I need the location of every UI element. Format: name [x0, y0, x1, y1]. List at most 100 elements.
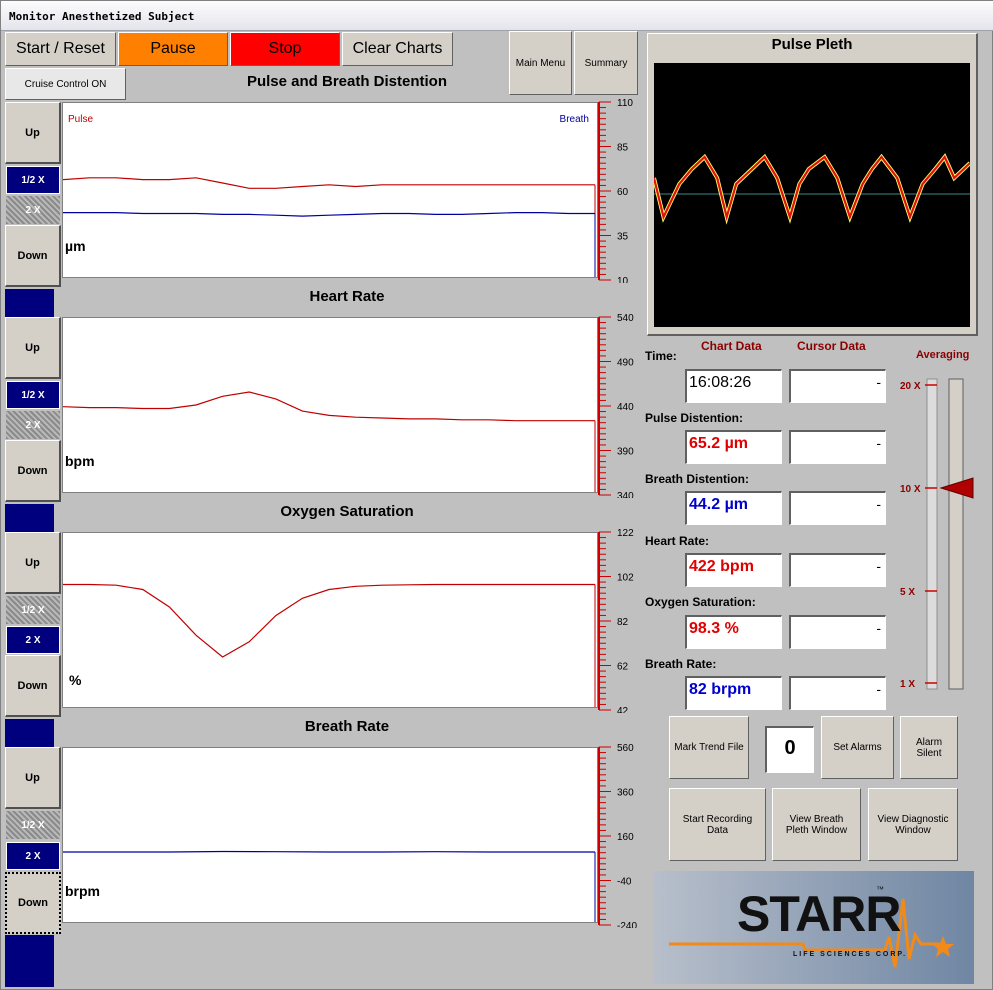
view-breath-pleth-window-button[interactable]: View Breath Pleth Window — [772, 788, 861, 861]
chart4-up-button[interactable]: Up — [5, 747, 61, 809]
summary-button[interactable]: Summary — [574, 31, 638, 95]
pulse-distention-label: Pulse Distention: — [645, 411, 744, 425]
chart1-legend-breath: Breath — [559, 114, 589, 125]
chart2-up-button[interactable]: Up — [5, 317, 61, 379]
chart4-series-1-line — [63, 850, 595, 853]
alarm-silent-button[interactable]: Alarm Silent — [900, 716, 958, 779]
scale-tick-label: -240 — [617, 921, 637, 928]
scale-tick-label: 10 — [617, 276, 629, 283]
scale-tick-label: -40 — [617, 877, 632, 888]
chart4-down-button[interactable]: Down — [5, 872, 61, 934]
trend-counter: 0 — [765, 726, 814, 773]
averaging-track[interactable] — [926, 378, 938, 690]
chart1-double-x-button[interactable]: 2 X — [6, 196, 60, 224]
chart3-divider-block — [5, 719, 54, 747]
mark-trend-file-button[interactable]: Mark Trend File — [669, 716, 749, 779]
chart3-double-x-button[interactable]: 2 X — [6, 626, 60, 654]
app-window: Monitor Anesthetized Subject Start / Res… — [0, 0, 993, 990]
stop-button[interactable]: Stop — [230, 32, 340, 66]
main-menu-button[interactable]: Main Menu — [509, 31, 572, 95]
averaging-header: Averaging — [916, 349, 970, 361]
title-bar: Monitor Anesthetized Subject — [1, 1, 993, 31]
start-recording-data-button[interactable]: Start Recording Data — [669, 788, 766, 861]
pleth-waveform-line — [652, 154, 971, 222]
set-alarms-button[interactable]: Set Alarms — [821, 716, 894, 779]
scale-tick-label: 390 — [617, 447, 634, 458]
scale-tick-label: 560 — [617, 744, 634, 754]
pleth-panel: Pulse Pleth — [647, 33, 978, 336]
logo-tm: ™ — [876, 885, 884, 894]
pleth-display — [652, 63, 972, 327]
chart1-divider-block — [5, 289, 54, 317]
scale-tick-label: 85 — [617, 143, 629, 154]
clear-charts-button[interactable]: Clear Charts — [342, 32, 453, 66]
scale-tick-label: 440 — [617, 402, 634, 413]
time-chart-value: 16:08:26 — [685, 369, 782, 403]
breath-distention-chart-value: 44.2 µm — [685, 491, 782, 525]
chart-title-heart-rate: Heart Rate — [309, 288, 385, 305]
pleth-title: Pulse Pleth — [771, 36, 853, 53]
scale-tick-label: 122 — [617, 529, 634, 539]
averaging-tick-label: 1 X — [900, 679, 915, 690]
breath-rate-cursor-value: - — [789, 676, 886, 710]
scale-tick-label: 62 — [617, 662, 629, 673]
cruise-control-button[interactable]: Cruise Control ON — [5, 68, 126, 100]
scale-tick-label: 160 — [617, 832, 634, 843]
averaging-groove — [948, 378, 964, 690]
pulse-distention-cursor-value: - — [789, 430, 886, 464]
chart-data-header: Chart Data — [701, 339, 762, 353]
chart3-down-button[interactable]: Down — [5, 655, 61, 717]
chart-title-pulse-breath: Pulse and Breath Distention — [246, 73, 448, 90]
chart1-plot-area: Pulse Breath µm — [62, 102, 598, 278]
chart-title-breath-rate: Breath Rate — [304, 718, 390, 735]
chart4-double-x-button[interactable]: 2 X — [6, 842, 60, 870]
averaging-slider[interactable]: 20 X 10 X 5 X 1 X — [897, 371, 977, 696]
scale-tick-label: 110 — [617, 99, 633, 109]
chart2-half-x-button[interactable]: 1/2 X — [6, 381, 60, 409]
chart1-legend-pulse: Pulse — [68, 114, 94, 125]
breath-distention-cursor-value: - — [789, 491, 886, 525]
oxygen-saturation-chart-value: 98.3 % — [685, 615, 782, 649]
chart1-up-button[interactable]: Up — [5, 102, 61, 164]
scale-tick-label: 340 — [617, 491, 634, 498]
view-diagnostic-window-button[interactable]: View Diagnostic Window — [868, 788, 958, 861]
averaging-tick-label: 5 X — [900, 587, 915, 598]
chart4-y-scale: 560 360 160 -40 -240 — [598, 744, 637, 928]
heart-rate-chart-value: 422 bpm — [685, 553, 782, 587]
chart4-divider-block — [5, 935, 54, 987]
breath-rate-label: Breath Rate: — [645, 657, 717, 671]
oxygen-saturation-cursor-value: - — [789, 615, 886, 649]
chart2-series-1-line — [63, 391, 595, 422]
chart4-half-x-button[interactable]: 1/2 X — [6, 811, 60, 839]
time-cursor-value: - — [789, 369, 886, 403]
pause-button[interactable]: Pause — [118, 32, 228, 66]
chart4-unit: brpm — [65, 883, 100, 899]
time-label: Time: — [645, 349, 677, 363]
breath-rate-chart-value: 82 brpm — [685, 676, 782, 710]
chart3-plot-area: % — [62, 532, 598, 708]
chart3-half-x-button[interactable]: 1/2 X — [6, 596, 60, 624]
chart2-double-x-button[interactable]: 2 X — [6, 411, 60, 439]
chart1-down-button[interactable]: Down — [5, 225, 61, 287]
chart3-up-button[interactable]: Up — [5, 532, 61, 594]
logo-subtitle: LIFE SCIENCES CORP. — [793, 951, 908, 958]
chart1-y-scale: 110 85 60 35 10 — [598, 99, 633, 283]
breath-distention-label: Breath Distention: — [645, 472, 750, 486]
window-title: Monitor Anesthetized Subject — [9, 10, 195, 23]
chart1-series-1-line — [63, 177, 595, 189]
averaging-tick-label: 20 X — [900, 381, 921, 392]
chart2-divider-block — [5, 504, 54, 532]
chart1-half-x-button[interactable]: 1/2 X — [6, 166, 60, 194]
scale-tick-label: 35 — [617, 232, 629, 243]
chart2-unit: bpm — [65, 453, 95, 469]
chart-title-oxygen-saturation: Oxygen Saturation — [280, 503, 414, 520]
chart4-plot-area: brpm — [62, 747, 598, 923]
heart-rate-label: Heart Rate: — [645, 534, 710, 548]
scale-tick-label: 360 — [617, 788, 634, 799]
starr-logo: STARR ™ LIFE SCIENCES CORP. — [653, 871, 974, 984]
chart2-down-button[interactable]: Down — [5, 440, 61, 502]
scale-tick-label: 490 — [617, 358, 634, 369]
chart3-unit: % — [69, 672, 82, 688]
start-reset-button[interactable]: Start / Reset — [5, 32, 116, 66]
scale-tick-label: 42 — [617, 706, 629, 713]
